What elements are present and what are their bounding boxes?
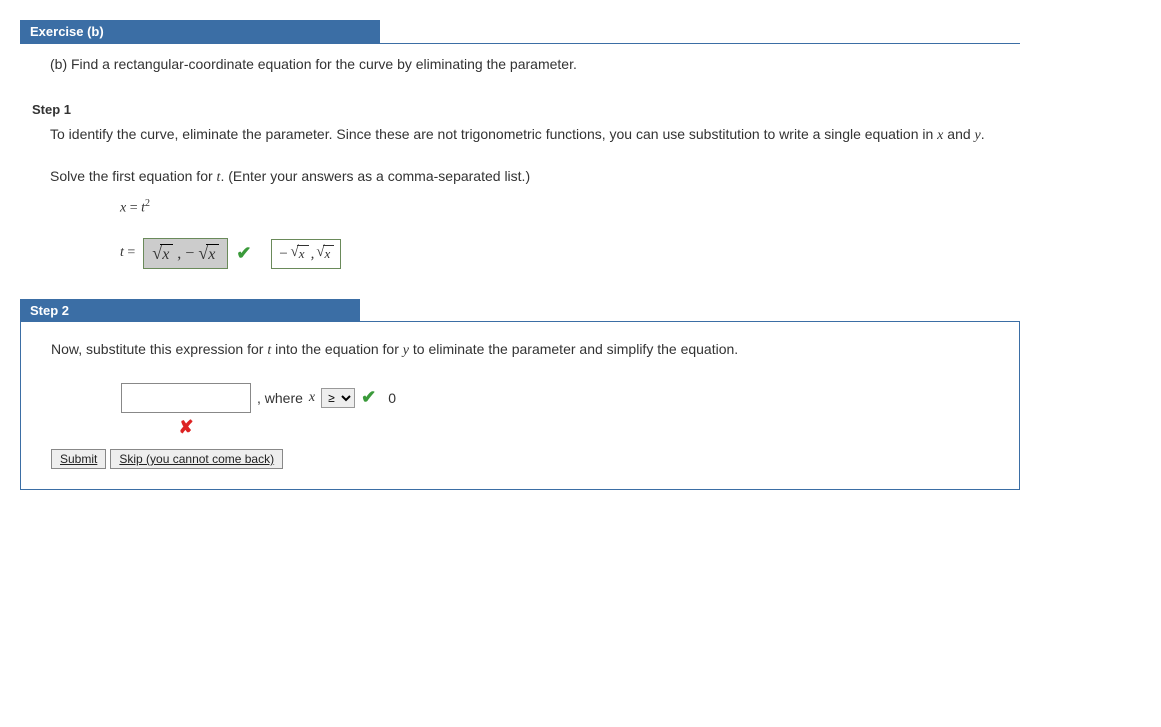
step1-paragraph1: To identify the curve, eliminate the par…	[50, 123, 1020, 147]
inequality-select[interactable]: ≥≤=<>	[321, 388, 355, 408]
user-answer-box[interactable]: √x , − √x	[143, 238, 228, 270]
exercise-prompt: (b) Find a rectangular-coordinate equati…	[50, 56, 577, 72]
user-answer-rad1: x	[160, 244, 173, 264]
step1-p1-text: To identify the curve, eliminate the par…	[50, 126, 937, 142]
step1-answer-row: t = √x , − √x ✔ − √x , √x	[50, 238, 1020, 270]
check-icon: ✔	[236, 239, 251, 268]
step2-paragraph: Now, substitute this expression for t in…	[51, 338, 989, 362]
step2-box: Now, substitute this expression for t in…	[20, 321, 1020, 489]
ans-neg: −	[278, 242, 288, 266]
exercise-header-row: Exercise (b)	[20, 20, 1020, 44]
sqrt-icon: √x	[291, 245, 309, 262]
step1-body: To identify the curve, eliminate the par…	[20, 123, 1020, 279]
where-var: x	[309, 390, 315, 406]
step2-container: Step 2 Now, substitute this expression f…	[20, 299, 1020, 489]
sqrt-icon: √x	[316, 245, 334, 262]
equation-x-eq-t2: x = t2	[50, 196, 1020, 220]
user-answer-sep: , −	[177, 241, 194, 267]
ans-rad1: x	[297, 245, 309, 262]
step1-p1-and: and	[943, 126, 974, 142]
t-equals: =	[127, 245, 135, 260]
equation-input[interactable]	[121, 383, 251, 413]
eq1-lhs: x	[120, 200, 126, 215]
step2-p1c: to eliminate the parameter and simplify …	[409, 341, 738, 357]
eq1-rhs-exp: 2	[145, 198, 150, 209]
ans-sep: ,	[311, 242, 315, 266]
check-icon: ✔	[361, 387, 376, 408]
skip-button[interactable]: Skip (you cannot come back)	[110, 449, 283, 469]
exercise-prompt-block: (b) Find a rectangular-coordinate equati…	[20, 44, 1020, 92]
step1-paragraph2: Solve the first equation for t. (Enter y…	[50, 165, 1020, 189]
step2-p1b: into the equation for	[271, 341, 403, 357]
submit-button[interactable]: Submit	[51, 449, 106, 469]
step1-p2a: Solve the first equation for	[50, 168, 217, 184]
step1-p2b: . (Enter your answers as a comma-separat…	[220, 168, 530, 184]
exercise-header: Exercise (b)	[20, 20, 380, 43]
t-label: t	[120, 245, 124, 260]
rhs-zero: 0	[388, 390, 396, 406]
ans-rad2: x	[323, 245, 335, 262]
sqrt-icon: √x	[152, 244, 173, 264]
x-icon: ✘	[178, 417, 193, 438]
sqrt-icon: √x	[198, 244, 219, 264]
step2-header: Step 2	[20, 299, 360, 322]
where-text: , where	[257, 390, 303, 406]
step2-p1a: Now, substitute this expression for	[51, 341, 267, 357]
eq1-equals: =	[130, 200, 141, 215]
correct-answer-box: − √x , √x	[271, 239, 341, 269]
step2-input-row: ✘ , where x ≥≤=<> ✔ 0	[51, 383, 989, 413]
step1-label: Step 1	[20, 92, 1020, 123]
user-answer-rad2: x	[206, 244, 219, 264]
step1-p1-end: .	[981, 126, 985, 142]
button-row: Submit Skip (you cannot come back)	[51, 449, 989, 469]
